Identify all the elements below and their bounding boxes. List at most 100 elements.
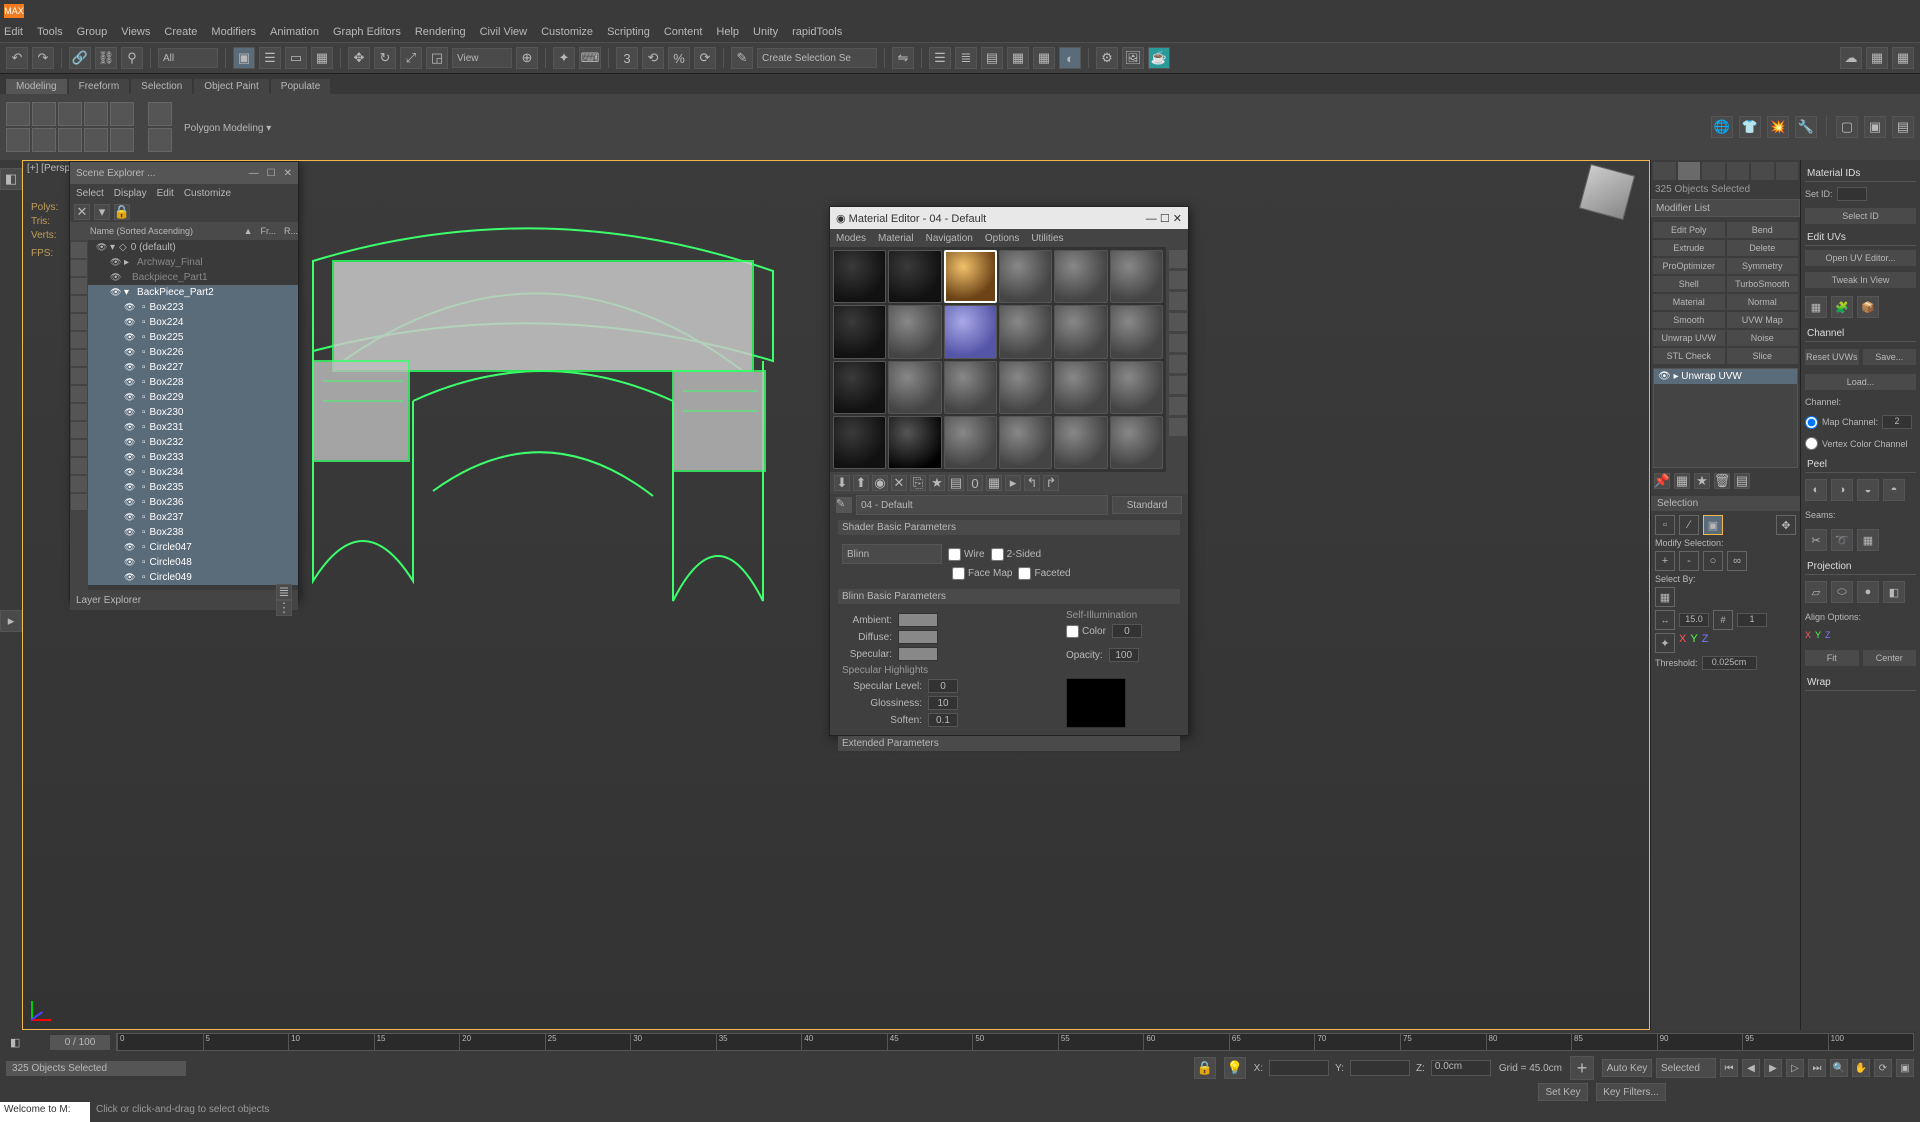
material-slot[interactable] bbox=[1110, 305, 1163, 358]
bind-button[interactable]: ⚲ bbox=[121, 47, 143, 69]
se-menu-edit[interactable]: Edit bbox=[157, 188, 174, 199]
menu-content[interactable]: Content bbox=[664, 26, 703, 38]
material-editor-titlebar[interactable]: ◉ Material Editor - 04 - Default — ☐ ✕ bbox=[830, 207, 1188, 229]
render-preset-button[interactable]: ▦ bbox=[1892, 47, 1914, 69]
edituvs-header[interactable]: Edit UVs bbox=[1805, 228, 1916, 246]
make-copy-button[interactable]: ⎘ bbox=[910, 475, 926, 491]
tree-row[interactable]: 👁▫Box229 bbox=[88, 390, 298, 405]
sphere-proj-button[interactable]: ● bbox=[1857, 581, 1879, 603]
mat-menu-utilities[interactable]: Utilities bbox=[1031, 233, 1063, 244]
select-region-button[interactable]: ▭ bbox=[285, 47, 307, 69]
tree-row[interactable]: 👁▫Box232 bbox=[88, 435, 298, 450]
sub-edge-button[interactable]: ∕ bbox=[1679, 515, 1699, 535]
se-side-btn[interactable] bbox=[71, 368, 87, 384]
mat-menu-navigation[interactable]: Navigation bbox=[926, 233, 973, 244]
cyl-proj-button[interactable]: ⬭ bbox=[1831, 581, 1853, 603]
se-side-btn[interactable] bbox=[71, 314, 87, 330]
pick-material-button[interactable]: ✎ bbox=[836, 497, 852, 513]
gloss-spinner[interactable]: 10 bbox=[928, 696, 958, 710]
map-channel-input[interactable]: 2 bbox=[1882, 415, 1912, 429]
shirt-icon[interactable]: 👕 bbox=[1739, 116, 1761, 138]
se-side-btn[interactable] bbox=[71, 386, 87, 402]
tree-row[interactable]: 👁▫Circle049 bbox=[88, 570, 298, 585]
select-name-button[interactable]: ☰ bbox=[259, 47, 281, 69]
menu-help[interactable]: Help bbox=[716, 26, 739, 38]
se-menu-customize[interactable]: Customize bbox=[184, 188, 231, 199]
make-unique-button[interactable]: ★ bbox=[929, 475, 945, 491]
material-editor-button[interactable]: ◐ bbox=[1059, 47, 1081, 69]
ribbon-loop-button[interactable] bbox=[148, 102, 172, 126]
tree-row[interactable]: 👁▫Box224 bbox=[88, 315, 298, 330]
mat-menu-material[interactable]: Material bbox=[878, 233, 914, 244]
diffuse-swatch[interactable] bbox=[898, 630, 938, 644]
explode-icon[interactable]: 💥 bbox=[1767, 116, 1789, 138]
layers-button[interactable]: ≣ bbox=[955, 47, 977, 69]
remove-modifier-button[interactable]: 🗑 bbox=[1714, 473, 1730, 489]
hierarchy-tab[interactable] bbox=[1702, 162, 1725, 180]
material-slot[interactable] bbox=[999, 416, 1052, 469]
assign-button[interactable]: ◉ bbox=[872, 475, 888, 491]
scene-explorer-window[interactable]: Scene Explorer ... —☐✕ Select Display Ed… bbox=[69, 161, 299, 601]
tree-row[interactable]: 👁▫Box230 bbox=[88, 405, 298, 420]
material-slot[interactable] bbox=[1054, 305, 1107, 358]
menu-scripting[interactable]: Scripting bbox=[607, 26, 650, 38]
quick-modifier-button[interactable]: Symmetry bbox=[1727, 258, 1799, 274]
menu-edit[interactable]: Edit bbox=[4, 26, 23, 38]
world-icon[interactable]: 🌐 bbox=[1711, 116, 1733, 138]
peel-button1[interactable]: ◐ bbox=[1805, 479, 1827, 501]
matid-button[interactable]: 0 bbox=[967, 475, 983, 491]
material-slot[interactable] bbox=[1054, 361, 1107, 414]
count-input[interactable]: 1 bbox=[1737, 613, 1767, 627]
load-uvw-button[interactable]: Load... bbox=[1805, 374, 1916, 390]
quick-modifier-button[interactable]: ProOptimizer bbox=[1653, 258, 1725, 274]
show-end-result-button[interactable]: ▦ bbox=[1674, 473, 1690, 489]
shader-dropdown[interactable]: Blinn bbox=[842, 544, 942, 564]
put-library-button[interactable]: ▤ bbox=[948, 475, 964, 491]
material-slot[interactable] bbox=[888, 305, 941, 358]
quick-modifier-button[interactable]: Material bbox=[1653, 294, 1725, 310]
se-footer-btn[interactable]: ≣ bbox=[276, 584, 292, 600]
ribbon-btn-e[interactable] bbox=[110, 128, 134, 152]
select-by-count-button[interactable]: # bbox=[1713, 610, 1733, 630]
material-slot[interactable] bbox=[833, 250, 886, 303]
quickpack-button[interactable]: 📦 bbox=[1857, 296, 1879, 318]
color-checkbox[interactable]: Color bbox=[1066, 625, 1106, 638]
toggle-ribbon-button[interactable]: ▤ bbox=[981, 47, 1003, 69]
extended-params-header[interactable]: Extended Parameters bbox=[838, 736, 1180, 751]
tree-row[interactable]: 👁▫Box234 bbox=[88, 465, 298, 480]
quick-modifier-button[interactable]: Shell bbox=[1653, 276, 1725, 292]
tree-row[interactable]: 👁▫Box225 bbox=[88, 330, 298, 345]
tweak-button[interactable]: ✥ bbox=[1776, 515, 1796, 535]
menu-rapidtools[interactable]: rapidTools bbox=[792, 26, 842, 38]
angle-snap-button[interactable]: ⟲ bbox=[642, 47, 664, 69]
quickpeel-button[interactable]: 🧩 bbox=[1831, 296, 1853, 318]
open-uv-editor-button[interactable]: Open UV Editor... bbox=[1805, 250, 1916, 266]
scene-explorer-tree[interactable]: 👁▾◇0 (default)👁▸Archway_Final👁Backpiece_… bbox=[88, 240, 298, 590]
menu-animation[interactable]: Animation bbox=[270, 26, 319, 38]
threshold-input[interactable]: 0.025cm bbox=[1702, 656, 1757, 670]
layer-explorer-label[interactable]: Layer Explorer bbox=[76, 595, 141, 606]
show-end-button[interactable]: ▸ bbox=[1005, 475, 1021, 491]
quick-modifier-button[interactable]: Smooth bbox=[1653, 312, 1725, 328]
nav-orbit-button[interactable]: ⟳ bbox=[1874, 1059, 1892, 1077]
align-button[interactable]: ☰ bbox=[929, 47, 951, 69]
minimize-icon[interactable]: — bbox=[1146, 213, 1157, 225]
dist-input[interactable]: 15.0 bbox=[1679, 613, 1709, 627]
tree-row[interactable]: 👁▫Circle048 bbox=[88, 555, 298, 570]
z-input[interactable]: 0.0cm bbox=[1431, 1060, 1491, 1076]
render-setup-button[interactable]: ⚙ bbox=[1096, 47, 1118, 69]
view-cube[interactable] bbox=[1577, 169, 1637, 229]
sub-vertex-button[interactable]: ▫ bbox=[1655, 515, 1675, 535]
pivot-button[interactable]: ⊕ bbox=[516, 47, 538, 69]
quick-modifier-button[interactable]: UVW Map bbox=[1727, 312, 1799, 328]
se-side-btn[interactable] bbox=[71, 278, 87, 294]
box-icon[interactable]: ▢ bbox=[1836, 116, 1858, 138]
refcoord-dropdown[interactable]: View bbox=[452, 48, 512, 68]
put-to-scene-button[interactable]: ⬆ bbox=[853, 475, 869, 491]
facemap-checkbox[interactable]: Face Map bbox=[952, 567, 1012, 580]
col-render[interactable]: R... bbox=[284, 226, 298, 236]
material-slot[interactable] bbox=[944, 416, 997, 469]
menu-create[interactable]: Create bbox=[164, 26, 197, 38]
scale-button[interactable]: ⤢ bbox=[400, 47, 422, 69]
setkey-button[interactable]: Set Key bbox=[1538, 1083, 1588, 1101]
